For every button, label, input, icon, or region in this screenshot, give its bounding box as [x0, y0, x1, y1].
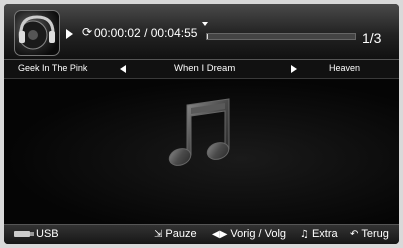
next-track[interactable]: Heaven [329, 63, 360, 73]
track-navigator: Geek In The Pink When I Dream Heaven [4, 60, 399, 79]
extra-button[interactable]: ♫ Extra [300, 228, 338, 240]
usb-icon [14, 231, 34, 237]
progress-bar[interactable] [206, 33, 356, 40]
previous-arrow-icon[interactable] [120, 65, 126, 73]
back-label: Terug [361, 228, 389, 240]
source-label: USB [36, 228, 59, 240]
total-duration: 00:04:55 [150, 26, 198, 40]
back-button[interactable]: ↶ Terug [350, 228, 389, 240]
footer-bar: USB ⇲ Pauze ◀▶ Vorig / Volg ♫ Extra ↶ Te… [4, 224, 399, 244]
extra-label: Extra [311, 228, 338, 240]
progress-marker-icon [202, 22, 208, 26]
prev-next-button[interactable]: ◀▶ Vorig / Volg [212, 228, 286, 240]
elapsed-time: 00:00:02 [94, 26, 141, 40]
page-counter: 1/3 [362, 30, 382, 46]
current-track: When I Dream [174, 63, 236, 74]
time-separator: / [144, 26, 148, 40]
progress-fill [207, 34, 209, 39]
pause-key-icon: ⇲ [154, 228, 163, 240]
left-right-icon: ◀▶ [212, 228, 228, 240]
now-playing-area [4, 79, 399, 224]
pause-label: Pauze [165, 228, 197, 240]
playback-bar: ⟳ 00:00:02 / 00:04:55 1/3 [4, 4, 399, 60]
source-indicator: USB [14, 228, 59, 240]
play-icon[interactable] [66, 29, 73, 39]
repeat-icon[interactable]: ⟳ [82, 25, 92, 39]
previous-track[interactable]: Geek In The Pink [18, 63, 87, 73]
music-note-icon [168, 98, 230, 166]
media-player-screen: ⟳ 00:00:02 / 00:04:55 1/3 Geek In The Pi… [4, 4, 399, 244]
extra-icon: ♫ [300, 228, 309, 240]
pause-button[interactable]: ⇲ Pauze [154, 228, 197, 240]
return-icon: ↶ [350, 228, 359, 240]
prev-next-label: Vorig / Volg [230, 228, 287, 240]
next-arrow-icon[interactable] [291, 65, 297, 73]
album-art-icon [14, 10, 60, 56]
time-readout: 00:00:02 / 00:04:55 [94, 26, 197, 40]
